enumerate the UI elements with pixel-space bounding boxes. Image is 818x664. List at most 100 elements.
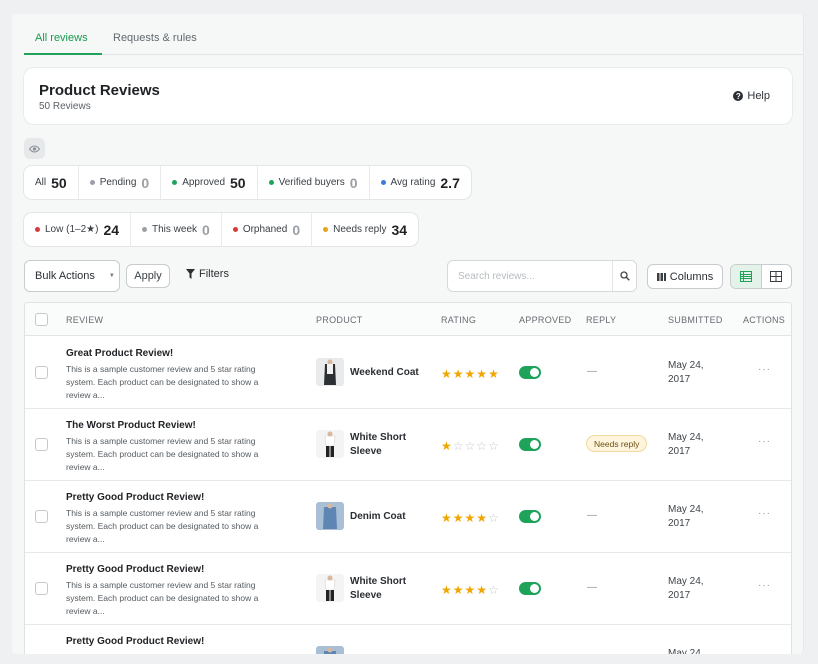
status-dot: [172, 180, 178, 185]
date-line: May 24,: [668, 360, 704, 371]
status-dot: [89, 180, 95, 185]
product-name-line: White Short: [350, 432, 407, 443]
table-toolbar: Bulk Actions ▼ Apply Filters Columns: [24, 260, 792, 292]
col-header-review[interactable]: REVIEW: [66, 315, 103, 325]
review-title[interactable]: Pretty Good Product Review!: [66, 492, 204, 503]
review-excerpt: This is a sample customer review and 5 s…: [66, 364, 259, 400]
stat-all[interactable]: All 50: [24, 166, 79, 199]
star-empty-icon: ☆: [488, 583, 500, 597]
review-title[interactable]: Pretty Good Product Review!: [66, 636, 204, 647]
filters-button[interactable]: Filters: [186, 268, 229, 280]
rating-stars: ★★★★★: [441, 367, 500, 381]
date-line: 2017: [668, 590, 691, 601]
row-checkbox[interactable]: [35, 582, 48, 595]
stat-label: All: [35, 177, 47, 188]
bulk-actions-select[interactable]: Bulk Actions ▼: [24, 260, 120, 292]
stat-approved[interactable]: Approved 50: [161, 166, 258, 199]
approved-toggle[interactable]: [519, 582, 541, 595]
status-dot: [323, 227, 329, 232]
search-input[interactable]: [448, 261, 613, 291]
eye-icon: [29, 145, 40, 152]
approved-toggle[interactable]: [519, 366, 541, 379]
col-header-product[interactable]: PRODUCT: [316, 315, 363, 325]
col-header-approved[interactable]: APPROVED: [519, 315, 571, 325]
product-thumbnail[interactable]: [316, 646, 344, 654]
grid-view-button[interactable]: [762, 265, 792, 288]
star-filled-icon: ★: [476, 583, 489, 597]
approved-toggle[interactable]: [519, 438, 541, 451]
product-thumbnail-image: [316, 430, 344, 458]
stat-this-week[interactable]: This week 0: [131, 213, 222, 246]
apply-button[interactable]: Apply: [126, 264, 170, 288]
review-title[interactable]: Pretty Good Product Review!: [66, 564, 204, 575]
page-header: Product Reviews 50 Reviews ? Help: [24, 68, 792, 124]
star-filled-icon: ★: [464, 367, 477, 381]
columns-button[interactable]: Columns: [647, 264, 723, 289]
stat-verified-buyers[interactable]: Verified buyers 0: [258, 166, 370, 199]
status-dot: [35, 227, 40, 232]
product-name[interactable]: White Short Sleeve: [350, 431, 420, 459]
product-thumbnail[interactable]: [316, 430, 344, 458]
select-all-checkbox[interactable]: [35, 313, 48, 326]
stat-label: Needs reply: [333, 224, 387, 235]
star-filled-icon: ★: [476, 511, 489, 525]
product-name[interactable]: Denim Coat: [350, 510, 420, 524]
row-actions-menu[interactable]: ···: [758, 436, 771, 447]
toggle-visibility-button[interactable]: [24, 138, 45, 159]
stat-value: 34: [391, 221, 408, 238]
col-header-reply[interactable]: REPLY: [586, 315, 616, 325]
help-button[interactable]: ? Help: [733, 90, 770, 102]
table-row[interactable]: Pretty Good Product Review! This is a sam…: [25, 553, 791, 625]
product-name[interactable]: Weekend Coat: [350, 366, 420, 380]
row-actions-menu[interactable]: ···: [758, 580, 771, 591]
approved-toggle[interactable]: [519, 510, 541, 523]
star-filled-icon: ★: [441, 583, 453, 597]
row-checkbox[interactable]: [35, 366, 48, 379]
stat-value: 24: [103, 221, 120, 238]
row-checkbox[interactable]: [35, 438, 48, 451]
review-excerpt: This is a sample customer review and 5 s…: [66, 508, 259, 544]
tab-requests-rules[interactable]: Requests & rules: [113, 32, 197, 44]
date-line: May 24,: [668, 432, 704, 443]
search-button[interactable]: [613, 261, 636, 291]
stat-low-rating[interactable]: Low (1–2★) 24: [24, 213, 132, 246]
stat-orphaned[interactable]: Orphaned 0: [222, 213, 313, 246]
stat-value: 2.7: [440, 174, 460, 191]
stat-needs-reply[interactable]: Needs reply 34: [312, 213, 418, 246]
product-thumbnail[interactable]: [316, 574, 344, 602]
star-filled-icon: ★: [452, 367, 465, 381]
status-dot: [232, 227, 238, 232]
tab-all-reviews[interactable]: All reviews: [35, 32, 88, 44]
stat-avg-rating[interactable]: Avg rating 2.7: [370, 166, 471, 199]
product-thumbnail[interactable]: [316, 358, 344, 386]
table-row[interactable]: Pretty Good Product Review! This is a sam…: [25, 625, 791, 654]
product-thumbnail[interactable]: [316, 502, 344, 530]
product-thumbnail-image: [316, 358, 344, 386]
table-row[interactable]: Great Product Review! This is a sample cu…: [25, 337, 791, 409]
stat-value: 50: [51, 174, 67, 191]
row-actions-menu[interactable]: ···: [758, 508, 771, 519]
row-checkbox[interactable]: [35, 510, 48, 523]
stats-row-secondary: Low (1–2★) 24 This week 0 Orphaned 0 Nee…: [24, 213, 419, 246]
row-actions-menu[interactable]: ···: [758, 364, 771, 375]
table-row[interactable]: Pretty Good Product Review! This is a sam…: [25, 481, 791, 553]
stat-value: 50: [230, 174, 246, 191]
table-row[interactable]: The Worst Product Review! This is a sampl…: [25, 409, 791, 481]
product-name-line: White Short: [350, 576, 407, 587]
list-view-button[interactable]: [731, 265, 762, 288]
star-filled-icon: ★: [452, 583, 465, 597]
status-dot: [142, 227, 148, 232]
needs-reply-badge[interactable]: Needs reply: [586, 435, 648, 452]
review-count: 50 Reviews: [39, 101, 91, 112]
product-name[interactable]: White Short Sleeve: [350, 575, 420, 603]
star-filled-icon: ★: [464, 583, 477, 597]
review-title[interactable]: Great Product Review!: [66, 348, 173, 359]
search-box: [447, 260, 637, 292]
col-header-rating[interactable]: RATING: [441, 315, 476, 325]
col-header-submitted[interactable]: SUBMITTED: [668, 315, 723, 325]
stat-label: Pending: [99, 177, 137, 188]
stat-pending[interactable]: Pending 0: [79, 166, 162, 199]
star-filled-icon: ★: [488, 367, 500, 381]
submitted-date: May 24, 2017: [668, 359, 704, 387]
review-title[interactable]: The Worst Product Review!: [66, 420, 196, 431]
